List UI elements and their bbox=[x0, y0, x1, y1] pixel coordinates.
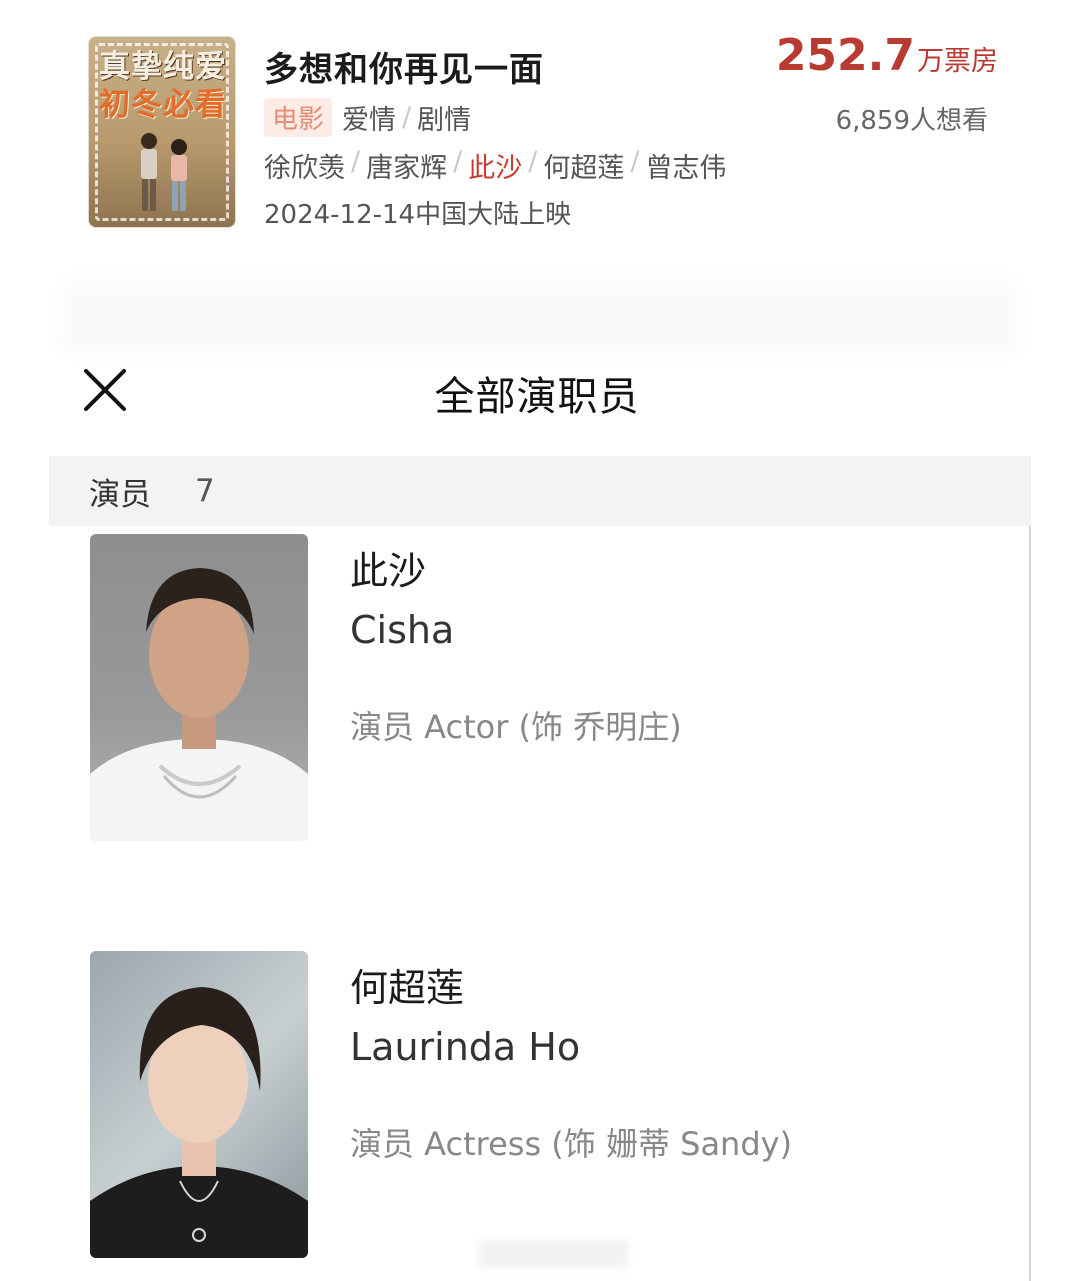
actor-photo[interactable] bbox=[90, 534, 308, 841]
cast-list-item[interactable]: 此沙 Cisha 演员 Actor (饰 乔明庄) bbox=[90, 534, 990, 844]
type-tag: 电影 bbox=[264, 98, 333, 137]
actor-name-cn: 此沙 bbox=[350, 549, 427, 593]
cast-name-highlighted[interactable]: 此沙 bbox=[468, 146, 522, 185]
actor-role: 演员 Actor (饰 乔明庄) bbox=[350, 708, 682, 746]
blurred-watermark bbox=[478, 1240, 628, 1268]
genre-tag: 剧情 bbox=[417, 105, 472, 136]
poster-text-line2: 初冬必看 bbox=[99, 87, 227, 123]
section-label: 演员 bbox=[89, 476, 151, 513]
movie-tags: 电影 爱情 / 剧情 bbox=[264, 98, 471, 137]
genre-tag: 爱情 bbox=[342, 105, 397, 136]
actress-portrait-illustration bbox=[90, 987, 308, 1258]
cast-name[interactable]: 徐欣羡 bbox=[264, 146, 345, 185]
actor-name-en: Laurinda Ho bbox=[350, 1025, 581, 1069]
movie-poster[interactable]: 真挚纯爱 初冬必看 bbox=[88, 36, 236, 228]
cast-list-item[interactable]: 何超莲 Laurinda Ho 演员 Actress (饰 姗蒂 Sandy) bbox=[90, 951, 990, 1261]
cast-separator: / bbox=[630, 146, 640, 177]
section-count: 7 bbox=[195, 473, 215, 509]
section-header-actors: 演员 7 bbox=[49, 456, 1031, 526]
cast-name[interactable]: 唐家辉 bbox=[366, 146, 447, 185]
blurred-overlay-band bbox=[60, 282, 1020, 354]
actor-role: 演员 Actress (饰 姗蒂 Sandy) bbox=[350, 1125, 793, 1163]
scroll-edge-divider bbox=[1029, 526, 1031, 1281]
actor-photo[interactable] bbox=[90, 951, 308, 1258]
cast-separator: / bbox=[453, 146, 463, 177]
cast-name[interactable]: 曾志伟 bbox=[645, 146, 726, 185]
box-office: 252.7 万票房 bbox=[776, 30, 998, 81]
movie-cast-line: 徐欣羡 / 唐家辉 / 此沙 / 何超莲 / 曾志伟 bbox=[264, 146, 726, 185]
want-to-see-count: 6,859人想看 bbox=[835, 106, 988, 136]
movie-title[interactable]: 多想和你再见一面 bbox=[264, 42, 544, 91]
poster-text-line1: 真挚纯爱 bbox=[99, 49, 227, 85]
actor-name-en: Cisha bbox=[350, 608, 455, 652]
release-date: 2024-12-14中国大陆上映 bbox=[264, 200, 572, 230]
cast-name[interactable]: 何超莲 bbox=[543, 146, 624, 185]
movie-card[interactable]: 真挚纯爱 初冬必看 多想和你再见一面 电影 爱情 / 剧情 徐欣羡 / 唐家辉 … bbox=[88, 30, 998, 231]
box-office-unit: 万票房 bbox=[917, 46, 998, 77]
poster-figures-illustration bbox=[141, 133, 187, 211]
cast-separator: / bbox=[528, 146, 538, 177]
cast-separator: / bbox=[351, 146, 361, 177]
sheet-title: 全部演职员 bbox=[434, 374, 640, 420]
actor-portrait-illustration bbox=[90, 568, 308, 841]
genre-separator: / bbox=[402, 102, 412, 133]
actor-name-cn: 何超莲 bbox=[350, 966, 465, 1010]
box-office-value: 252.7 bbox=[775, 30, 915, 81]
